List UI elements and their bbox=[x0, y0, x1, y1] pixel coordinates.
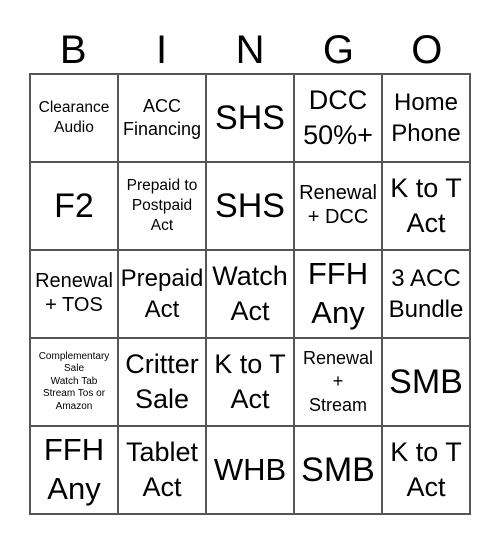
bingo-cell[interactable]: Complementary Sale Watch Tab Stream Tos … bbox=[30, 338, 118, 426]
bingo-cell[interactable]: SHS bbox=[206, 74, 294, 162]
bingo-cell[interactable]: K to T Act bbox=[382, 426, 470, 514]
bingo-cell[interactable]: Prepaid Act bbox=[118, 250, 206, 338]
bingo-cell[interactable]: 3 ACC Bundle bbox=[382, 250, 470, 338]
bingo-cell[interactable]: FFH Any bbox=[30, 426, 118, 514]
bingo-header: B I N G O bbox=[29, 28, 471, 72]
bingo-cell[interactable]: WHB bbox=[206, 426, 294, 514]
header-letter-i: I bbox=[156, 28, 168, 72]
bingo-cell[interactable]: Home Phone bbox=[382, 74, 470, 162]
bingo-cell[interactable]: SMB bbox=[382, 338, 470, 426]
header-letter-n: N bbox=[235, 28, 265, 72]
bingo-cell[interactable]: Renewal + TOS bbox=[30, 250, 118, 338]
bingo-cell[interactable]: DCC 50%+ bbox=[294, 74, 382, 162]
bingo-cell[interactable]: Renewal + DCC bbox=[294, 162, 382, 250]
header-letter-o: O bbox=[411, 28, 443, 72]
bingo-cell[interactable]: Watch Act bbox=[206, 250, 294, 338]
bingo-cell[interactable]: Critter Sale bbox=[118, 338, 206, 426]
bingo-cell[interactable]: K to T Act bbox=[206, 338, 294, 426]
bingo-cell[interactable]: Clearance Audio bbox=[30, 74, 118, 162]
bingo-cell[interactable]: K to T Act bbox=[382, 162, 470, 250]
bingo-grid: Clearance Audio ACC Financing SHS DCC 50… bbox=[29, 73, 471, 515]
header-letter-b: B bbox=[59, 28, 87, 72]
bingo-cell[interactable]: ACC Financing bbox=[118, 74, 206, 162]
bingo-cell[interactable]: FFH Any bbox=[294, 250, 382, 338]
bingo-cell[interactable]: Renewal + Stream bbox=[294, 338, 382, 426]
bingo-cell[interactable]: F2 bbox=[30, 162, 118, 250]
bingo-cell[interactable]: Prepaid to Postpaid Act bbox=[118, 162, 206, 250]
bingo-cell[interactable]: Tablet Act bbox=[118, 426, 206, 514]
bingo-cell[interactable]: SMB bbox=[294, 426, 382, 514]
header-letter-g: G bbox=[322, 28, 354, 72]
bingo-cell[interactable]: SHS bbox=[206, 162, 294, 250]
